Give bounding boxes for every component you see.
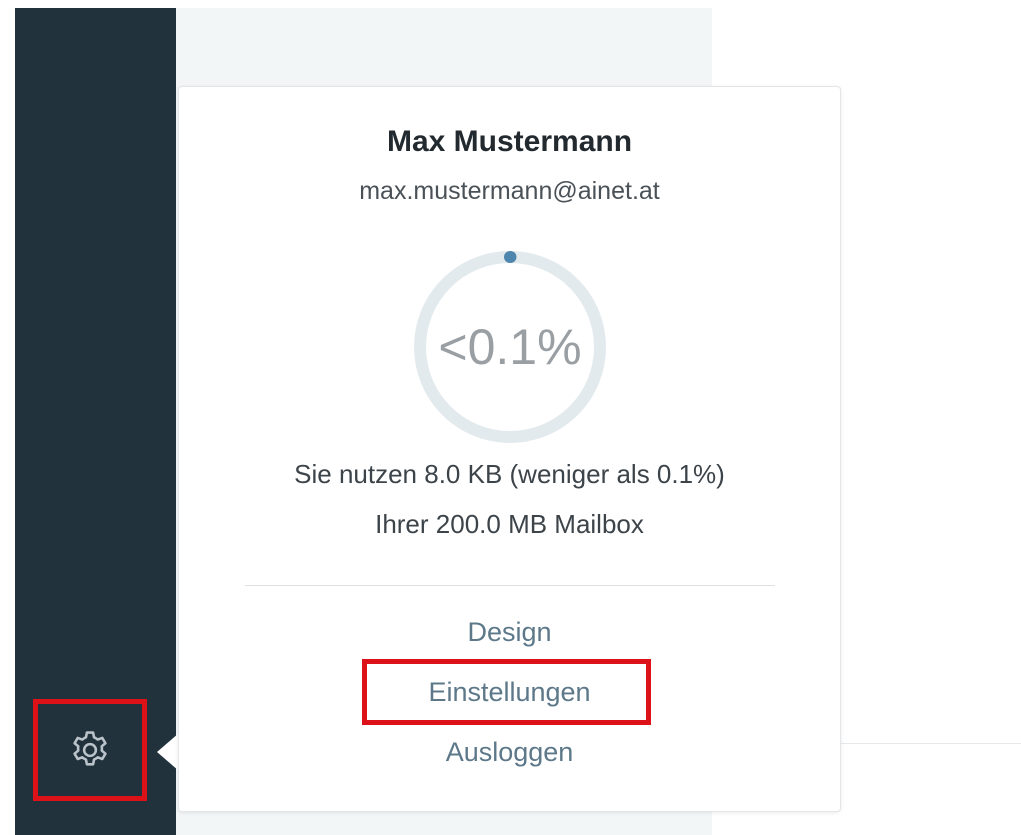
gear-icon — [73, 731, 107, 766]
divider — [840, 743, 1021, 744]
menu-divider — [245, 585, 775, 586]
usage-text-line1: Sie nutzen 8.0 KB (weniger als 0.1%) — [294, 459, 725, 489]
popover-arrow — [157, 733, 179, 771]
quota-ring: <0.1% — [410, 247, 610, 447]
account-popover: Max Mustermann max.mustermann@ainet.at <… — [178, 86, 841, 812]
user-email: max.mustermann@ainet.at — [359, 177, 660, 205]
app-window: Max Mustermann max.mustermann@ainet.at <… — [0, 0, 1021, 835]
menu-item-design[interactable]: Design — [179, 617, 840, 648]
quota-percent: <0.1% — [438, 319, 582, 375]
menu-item-settings[interactable]: Einstellungen — [179, 677, 840, 708]
user-name: Max Mustermann — [386, 125, 633, 158]
settings-gear-button[interactable] — [33, 699, 147, 801]
usage-text-line2: Ihrer 200.0 MB Mailbox — [375, 509, 644, 539]
menu-item-logout[interactable]: Ausloggen — [179, 737, 840, 768]
